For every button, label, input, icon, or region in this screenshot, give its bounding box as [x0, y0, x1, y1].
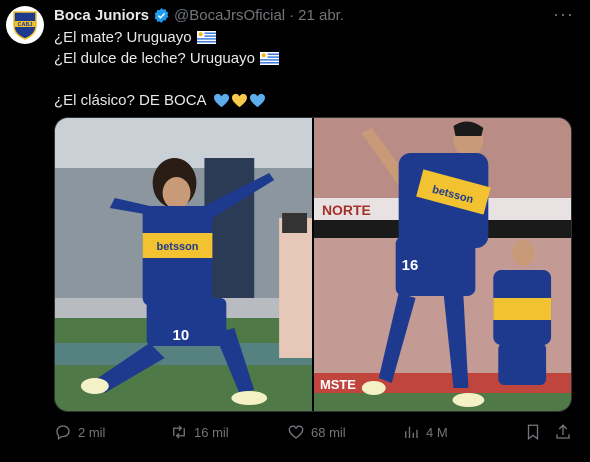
action-bar: 2 mil 16 mil 68 mil 4 M	[54, 422, 570, 442]
tweet-line-1-text: ¿El mate? Uruguayo	[54, 29, 192, 46]
views-button[interactable]: 4 M	[402, 422, 448, 442]
like-button[interactable]: 68 mil	[287, 422, 346, 442]
yellow-heart-icon	[231, 93, 247, 108]
photo-kneeling-player[interactable]: betsson 10	[55, 118, 312, 411]
bookmark-icon	[527, 424, 539, 441]
uruguay-flag-icon	[196, 31, 216, 44]
blue-heart-icon	[213, 93, 229, 108]
tweet-line-3	[54, 69, 279, 90]
views-count: 4 M	[426, 424, 448, 440]
svg-text:NORTE: NORTE	[322, 202, 371, 218]
reply-count: 2 mil	[78, 424, 106, 440]
tweet-header: Boca Juniors @BocaJrsOficial · 21 abr.	[54, 6, 344, 24]
repost-icon	[173, 425, 185, 439]
photo-kneeling-player-art: betsson 10	[55, 118, 312, 411]
more-icon[interactable]: ···	[553, 5, 574, 23]
tweet-line-2-text: ¿El dulce de leche? Uruguayo	[54, 50, 255, 67]
tweet-line-2: ¿El dulce de leche? Uruguayo	[54, 48, 279, 69]
share-button[interactable]	[554, 422, 572, 442]
tweet-text: ¿El mate? Uruguayo ¿El dulce de leche? U…	[54, 27, 279, 111]
repost-count: 16 mil	[194, 424, 229, 440]
boca-crest-icon: CABJ	[13, 11, 37, 40]
repost-button[interactable]: 16 mil	[170, 422, 229, 442]
bookmark-button[interactable]	[524, 422, 542, 442]
svg-text:16: 16	[402, 257, 419, 274]
separator: ·	[289, 6, 295, 24]
svg-text:MSTE: MSTE	[320, 377, 356, 392]
avatar[interactable]: CABJ	[6, 6, 44, 44]
uruguay-flag-icon	[259, 52, 279, 65]
reply-icon	[56, 425, 70, 441]
tweet-line-4: ¿El clásico? DE BOCA	[54, 90, 279, 111]
media-grid: betsson 10 NORTE MSTE betsson 16	[54, 117, 572, 412]
photo-jumping-player-art: NORTE MSTE betsson 16	[314, 118, 571, 411]
author-name[interactable]: Boca Juniors	[54, 7, 149, 24]
svg-text:CABJ: CABJ	[18, 22, 33, 28]
verified-icon	[154, 7, 169, 23]
hearts-emoji	[213, 93, 266, 108]
svg-text:betsson: betsson	[157, 241, 199, 253]
like-icon	[288, 425, 304, 439]
tweet-line-1: ¿El mate? Uruguayo	[54, 27, 279, 48]
views-icon	[405, 426, 418, 438]
tweet-date[interactable]: 21 abr.	[298, 7, 344, 24]
reply-button[interactable]: 2 mil	[54, 422, 105, 442]
tweet-line-4-text: ¿El clásico? DE BOCA	[54, 92, 207, 109]
author-handle[interactable]: @BocaJrsOficial	[174, 7, 285, 24]
share-icon	[556, 424, 570, 439]
svg-text:10: 10	[173, 327, 190, 344]
photo-jumping-player[interactable]: NORTE MSTE betsson 16	[314, 118, 571, 411]
like-count: 68 mil	[311, 424, 346, 440]
blue-heart-icon	[249, 93, 265, 108]
